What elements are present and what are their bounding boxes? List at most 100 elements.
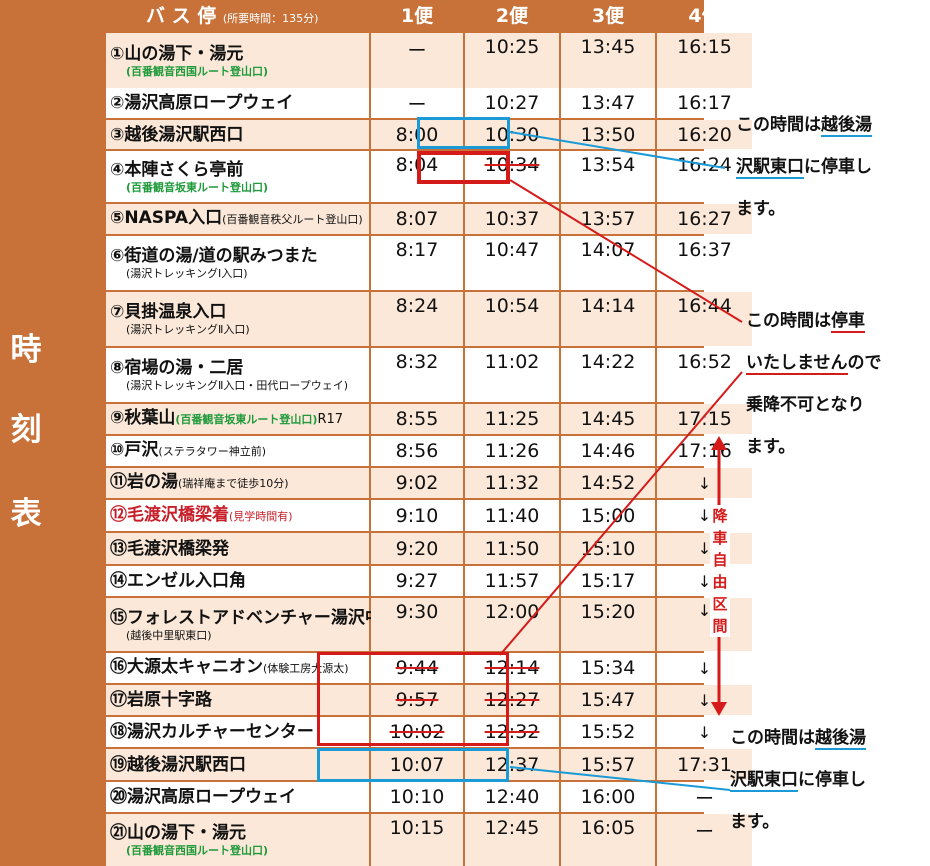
free-zone-label: 降車自由区間 xyxy=(710,505,730,637)
stop-cell: ②湯沢高原ロープウェイ xyxy=(106,88,369,118)
table-row: ⑩戸沢(ステラタワー神立前) 8:56 11:26 14:46 17:16 xyxy=(106,436,752,466)
stop-cell: ⑰岩原十字路 xyxy=(106,685,369,715)
departure-time: 9:30 xyxy=(395,601,439,623)
stop-cell: ⑳湯沢高原ロープウェイ xyxy=(106,782,369,812)
departure-time: 11:02 xyxy=(484,351,540,373)
time-cell: ↓ xyxy=(657,533,752,564)
stop-cell: ⑨秋葉山(百番観音坂東ルート登山口)R17 xyxy=(106,404,369,434)
stop-name-text: ⑳湯沢高原ロープウェイ xyxy=(110,787,296,807)
time-cell: ↓ xyxy=(657,653,752,683)
stop-cell: ⑮フォレストアドベンチャー湯沢中里 (越後中里駅東口) xyxy=(106,598,399,651)
stop-name-text: ⑭エンゼル入口角 xyxy=(110,571,246,591)
note-line: ます。 xyxy=(736,199,786,219)
departure-time: 8:00 xyxy=(395,123,439,146)
departure-time: 13:47 xyxy=(580,92,636,114)
stop-subtitle: (百番観音西国ルート登山口) xyxy=(126,64,269,78)
table-row: ㉑山の湯下・湯元 (百番観音西国ルート登山口) 10:15 12:45 16:05 ー xyxy=(106,814,752,866)
departure-time: 8:55 xyxy=(395,408,439,430)
stop-name-text: ⑨秋葉山 xyxy=(110,408,176,428)
departure-time: 15:47 xyxy=(580,689,636,711)
table-row: ⑦貝掛温泉入口 (湯沢トレッキングⅡ入口) 8:24 10:54 14:14 16:44 xyxy=(106,292,752,346)
time-cell: 14:46 xyxy=(561,436,655,466)
departure-time: 11:25 xyxy=(484,408,540,430)
time-cell: 17:15 xyxy=(657,404,752,434)
time-cell: 13:54 xyxy=(561,151,655,202)
time-cell: 13:47 xyxy=(561,88,655,118)
stop-name: ⑰岩原十字路 xyxy=(110,689,369,711)
sidebar-title-char: 表 xyxy=(10,496,42,532)
time-cell: 8:55 xyxy=(371,404,463,434)
departure-time: 12:14 xyxy=(484,657,540,679)
departure-time: 15:57 xyxy=(580,753,636,776)
departure-time: 14:14 xyxy=(580,295,636,317)
stop-name: ⑤NASPA入口(百番観音秩父ルート登山口) xyxy=(110,207,369,231)
time-cell: 16:37 xyxy=(657,236,752,290)
stop-cell: ⑤NASPA入口(百番観音秩父ルート登山口) xyxy=(106,204,369,234)
stop-cell: ⑱湯沢カルチャーセンター xyxy=(106,717,369,747)
time-cell: ↓ xyxy=(657,685,752,715)
departure-time: 14:52 xyxy=(580,472,636,494)
stop-name: ③越後湯沢駅西口 xyxy=(110,124,369,146)
time-cell: 12:27 xyxy=(465,685,559,715)
table-row: ②湯沢高原ロープウェイ ー 10:27 13:47 16:17 xyxy=(106,88,752,118)
departure-time: 17:31 xyxy=(677,753,732,776)
departure-time: 9:27 xyxy=(395,570,439,592)
departure-time: 16:00 xyxy=(580,786,636,808)
time-cell: 15:34 xyxy=(561,653,655,683)
stop-name-text: ⑮フォレストアドベンチャー湯沢中里 xyxy=(110,607,399,628)
time-cell: 10:10 xyxy=(371,782,463,812)
departure-time: 10:34 xyxy=(484,154,540,176)
time-cell: 15:10 xyxy=(561,533,655,564)
table-row: ⑧宿場の湯・二居 (湯沢トレッキングⅡ入口・田代ロープウェイ) 8:32 11:02 1… xyxy=(106,348,752,402)
stop-note: (体験工房大源太) xyxy=(263,662,349,675)
stop-note: (見学時間有) xyxy=(229,509,293,523)
stop-subtitle: (百番観音西国ルート登山口) xyxy=(126,844,269,857)
header-stop-label: バ ス 停 xyxy=(146,5,217,27)
departure-time: 15:00 xyxy=(580,504,636,527)
time-cell: 12:45 xyxy=(465,814,559,866)
stop-cell: ③越後湯沢駅西口 xyxy=(106,120,369,149)
stop-name-text: ⑯大源太キャニオン xyxy=(110,657,263,677)
header-duration-note: (所要時間：135分) xyxy=(222,12,319,25)
time-cell: 11:50 xyxy=(465,533,559,564)
time-cell: 15:47 xyxy=(561,685,655,715)
time-cell: 15:00 xyxy=(561,500,655,531)
departure-time: 8:07 xyxy=(395,208,439,230)
departure-time: 10:30 xyxy=(484,123,540,146)
departure-time: 9:02 xyxy=(395,472,439,494)
departure-time: 10:15 xyxy=(389,817,445,839)
table-row: ⑤NASPA入口(百番観音秩父ルート登山口) 8:07 10:37 13:57 16:2… xyxy=(106,204,752,234)
departure-time: 10:25 xyxy=(484,36,540,58)
stop-subtitle: (湯沢トレッキングⅠ入口) xyxy=(126,267,248,280)
stop-name-text: ⑪岩の湯 xyxy=(110,472,178,492)
departure-time: ー xyxy=(694,821,714,843)
stop-cell: ⑧宿場の湯・二居 (湯沢トレッキングⅡ入口・田代ロープウェイ) xyxy=(106,348,369,402)
table-row: ⑰岩原十字路 9:57 12:27 15:47 ↓ xyxy=(106,685,752,715)
departure-time: 13:54 xyxy=(580,154,636,176)
stop-name: ㉑山の湯下・湯元 xyxy=(110,822,369,844)
stop-name-text: ⑬毛渡沢橋梁発 xyxy=(110,538,229,559)
departure-time: 16:17 xyxy=(677,92,732,114)
stop-subtitle: (百番観音坂東ルート登山口) xyxy=(126,180,269,194)
departure-time: 10:07 xyxy=(389,753,445,776)
stop-name-text: ⑦貝掛温泉入口 xyxy=(110,302,227,322)
stop-cell: ⑫毛渡沢橋梁着(見学時間有) xyxy=(106,500,369,531)
stop-name: ⑲越後湯沢駅西口 xyxy=(110,754,369,776)
stop-name: ⑧宿場の湯・二居 xyxy=(110,357,369,379)
departure-time: 12:37 xyxy=(484,753,540,776)
stop-name-text: ④本陣さくら亭前 xyxy=(110,159,244,180)
table-row: ⑯大源太キャニオン(体験工房大源太) 9:44 12:14 15:34 ↓ xyxy=(106,653,752,683)
stop-subtitle: (越後中里駅東口) xyxy=(126,628,212,642)
note-line: この時間は越後湯 xyxy=(736,115,872,137)
stop-note: (ステラタワー神立前) xyxy=(158,445,266,458)
departure-time: 8:17 xyxy=(395,239,439,261)
departure-time: 10:27 xyxy=(484,92,540,114)
stop-name-text: ⑰岩原十字路 xyxy=(110,690,212,710)
sidebar-title-bar: 時 刻 表 xyxy=(0,0,52,866)
time-cell: 13:57 xyxy=(561,204,655,234)
time-cell: 11:40 xyxy=(465,500,559,531)
stop-name: ⑮フォレストアドベンチャー湯沢中里 xyxy=(110,607,399,629)
time-cell: 10:47 xyxy=(465,236,559,290)
time-cell: 14:22 xyxy=(561,348,655,402)
stop-cell: ④本陣さくら亭前 (百番観音坂東ルート登山口) xyxy=(106,151,369,202)
